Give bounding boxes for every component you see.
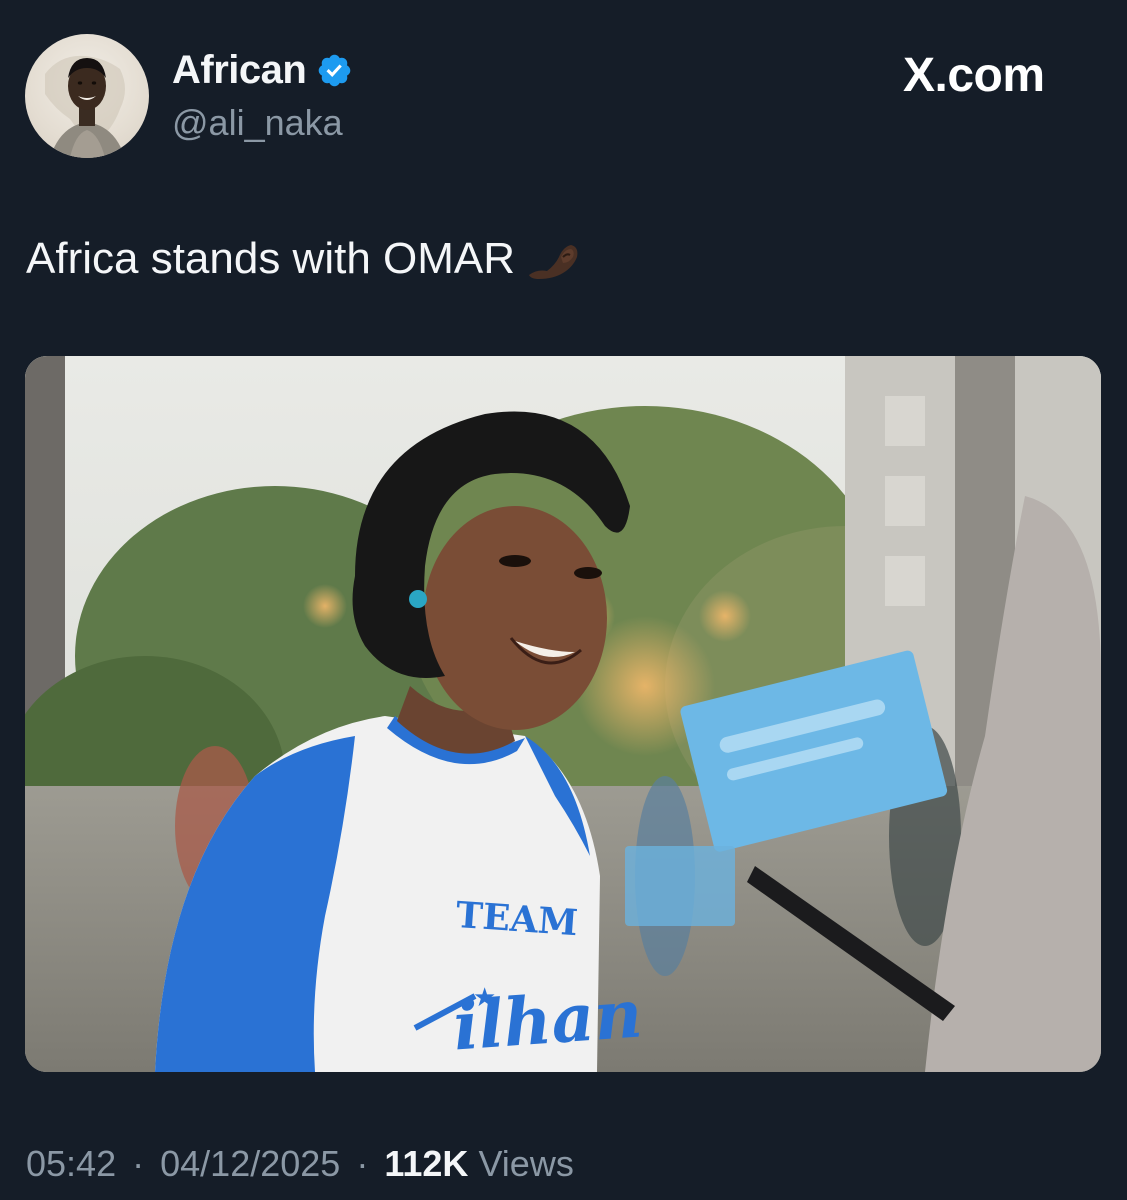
author-avatar[interactable] [25,34,149,158]
photo-illustration: TEAM ilhan ★ [25,356,1101,1072]
shirt-text-top: TEAM [455,894,580,944]
tweet-time[interactable]: 05:42 [26,1143,116,1184]
author-display-name[interactable]: African [172,48,353,93]
avatar-portrait [45,55,125,158]
views-label: Views [478,1143,574,1184]
tweet-body: Africa stands with OMAR [26,234,581,284]
verified-badge-icon [319,54,351,87]
views-count[interactable]: 112K [384,1143,468,1184]
shirt-star-icon: ★ [473,983,496,1013]
site-brand: X.com [903,49,1045,102]
meta-separator: · [356,1143,369,1184]
tweet-meta: 05:42 · 04/12/2025 · 112K Views [26,1143,574,1185]
author-handle[interactable]: @ali_naka [172,102,343,144]
pinched-fingers-emoji-icon [529,245,578,279]
author-name-text: African [172,48,307,92]
tweet-date[interactable]: 04/12/2025 [160,1143,340,1184]
tweet-screenshot: African @ali_naka X.com Africa stands wi… [0,0,1127,1200]
meta-separator: · [132,1143,145,1184]
tweet-media-image[interactable]: TEAM ilhan ★ [25,356,1101,1072]
tweet-text: Africa stands with OMAR [26,234,516,283]
